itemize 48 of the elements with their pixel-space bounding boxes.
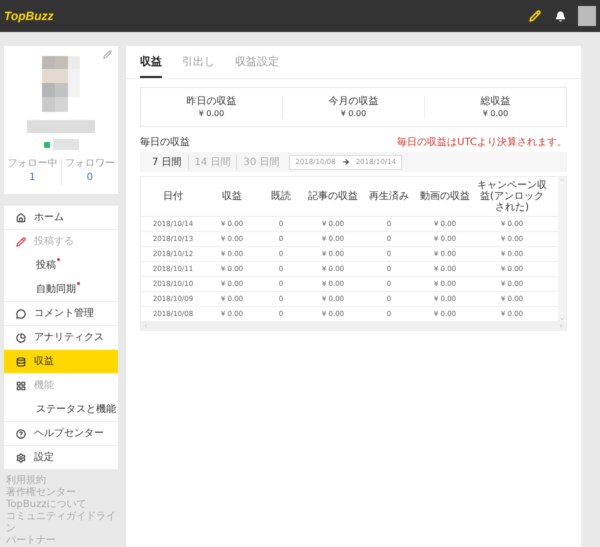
column-header: 記事の収益 [307, 191, 359, 202]
settings-icon [16, 452, 26, 462]
column-header: 既読 [270, 191, 292, 202]
pie-chart-icon [16, 332, 26, 342]
database-icon [16, 356, 26, 366]
scroll-right-icon[interactable] [558, 323, 564, 329]
scroll-up-icon[interactable] [559, 177, 565, 183]
stat-count[interactable]: 1 [29, 170, 36, 185]
help-icon [16, 428, 26, 438]
horizontal-scrollbar[interactable] [141, 322, 566, 330]
range-button[interactable]: 7 日間 [146, 154, 188, 170]
column-header: 日付 [162, 191, 184, 202]
stat-label: フォロワー [64, 158, 115, 170]
avatar-image [42, 56, 80, 112]
stat-count[interactable]: 0 [86, 170, 93, 185]
home-icon [16, 212, 26, 222]
arrow-icon [342, 158, 350, 166]
summary-label: 今月の収益 [328, 96, 378, 108]
summary-label: 総収益 [480, 96, 510, 108]
status-icon [44, 142, 50, 148]
section-title: 毎日の収益 [140, 136, 190, 150]
pencil-icon [16, 236, 26, 246]
column-header: 動画の収益 [419, 191, 471, 202]
nav-item[interactable]: 収益 [4, 349, 118, 373]
blurred-label [52, 139, 78, 150]
pencil-icon[interactable] [529, 10, 541, 22]
summary-value: ¥ 0.00 [340, 108, 366, 118]
summary-value: ¥ 0.00 [482, 108, 508, 118]
summary-value: ¥ 0.00 [198, 108, 224, 118]
vertical-scrollbar[interactable] [558, 177, 566, 322]
blurred-name [27, 120, 95, 133]
speech-bubble-icon [16, 308, 26, 318]
tab[interactable]: 収益設定 [235, 54, 279, 78]
logo[interactable]: TopBuzz [4, 7, 54, 25]
tab[interactable]: 引出し [182, 54, 215, 78]
scroll-down-icon[interactable] [559, 316, 565, 322]
tab[interactable]: 収益 [140, 54, 162, 78]
bell-icon[interactable] [555, 10, 566, 22]
scroll-left-icon[interactable] [143, 323, 149, 329]
column-header: 収益 [221, 191, 243, 202]
column-header: キャンペーン収益(アンロックされた) [476, 180, 548, 213]
summary-label: 昨日の収益 [186, 96, 236, 108]
utc-note: 毎日の収益はUTCより決算されます。 [397, 136, 567, 150]
avatar-icon[interactable] [578, 6, 596, 26]
edit-icon[interactable] [103, 50, 112, 59]
stat-label: フォロー中 [7, 158, 58, 170]
column-header: 再生済み [368, 191, 410, 202]
grid-icon [16, 380, 26, 390]
